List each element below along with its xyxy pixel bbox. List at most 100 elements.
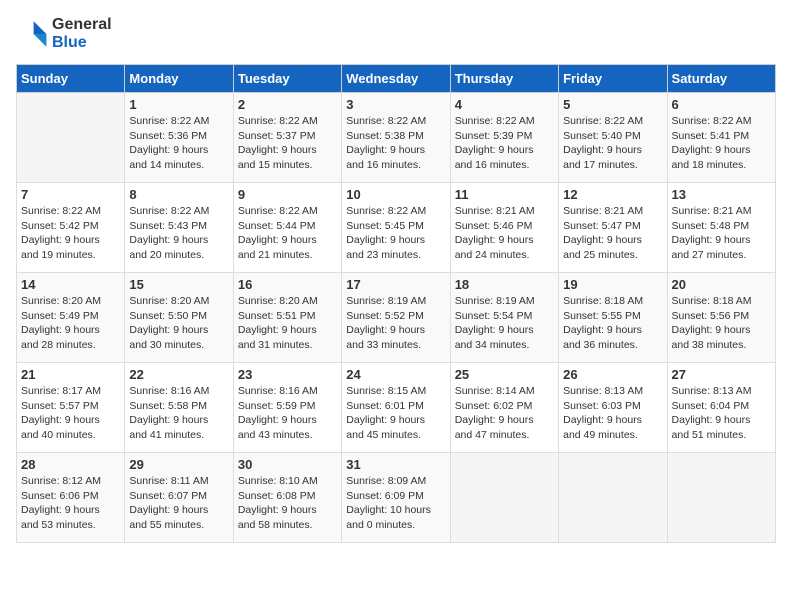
day-number: 3 [346, 97, 445, 112]
cell-content: Sunrise: 8:22 AM Sunset: 5:40 PM Dayligh… [563, 114, 662, 173]
day-number: 15 [129, 277, 228, 292]
calendar-cell: 14 Sunrise: 8:20 AM Sunset: 5:49 PM Dayli… [17, 273, 125, 363]
day-number: 9 [238, 187, 337, 202]
cell-content: Sunrise: 8:22 AM Sunset: 5:42 PM Dayligh… [21, 204, 120, 263]
cell-content: Sunrise: 8:18 AM Sunset: 5:56 PM Dayligh… [672, 294, 771, 353]
calendar-week-row: 7 Sunrise: 8:22 AM Sunset: 5:42 PM Daylig… [17, 183, 776, 273]
calendar-cell: 3 Sunrise: 8:22 AM Sunset: 5:38 PM Daylig… [342, 93, 450, 183]
calendar-cell: 4 Sunrise: 8:22 AM Sunset: 5:39 PM Daylig… [450, 93, 558, 183]
calendar-header-row: SundayMondayTuesdayWednesdayThursdayFrid… [17, 65, 776, 93]
cell-content: Sunrise: 8:13 AM Sunset: 6:04 PM Dayligh… [672, 384, 771, 443]
cell-content: Sunrise: 8:22 AM Sunset: 5:44 PM Dayligh… [238, 204, 337, 263]
calendar-cell: 13 Sunrise: 8:21 AM Sunset: 5:48 PM Dayli… [667, 183, 775, 273]
day-number: 17 [346, 277, 445, 292]
logo-text: General Blue [52, 16, 112, 52]
day-number: 16 [238, 277, 337, 292]
day-header: Saturday [667, 65, 775, 93]
day-header: Wednesday [342, 65, 450, 93]
calendar-cell: 27 Sunrise: 8:13 AM Sunset: 6:04 PM Dayli… [667, 363, 775, 453]
calendar-table: SundayMondayTuesdayWednesdayThursdayFrid… [16, 64, 776, 543]
cell-content: Sunrise: 8:21 AM Sunset: 5:47 PM Dayligh… [563, 204, 662, 263]
day-number: 12 [563, 187, 662, 202]
cell-content: Sunrise: 8:21 AM Sunset: 5:48 PM Dayligh… [672, 204, 771, 263]
cell-content: Sunrise: 8:12 AM Sunset: 6:06 PM Dayligh… [21, 474, 120, 533]
calendar-cell: 29 Sunrise: 8:11 AM Sunset: 6:07 PM Dayli… [125, 453, 233, 543]
day-number: 6 [672, 97, 771, 112]
cell-content: Sunrise: 8:20 AM Sunset: 5:49 PM Dayligh… [21, 294, 120, 353]
calendar-cell: 2Sunrise: 8:22 AM Sunset: 5:37 PM Daylig… [233, 93, 341, 183]
day-number: 18 [455, 277, 554, 292]
cell-content: Sunrise: 8:22 AM Sunset: 5:36 PM Dayligh… [129, 114, 228, 173]
day-number: 22 [129, 367, 228, 382]
calendar-cell: 16Sunrise: 8:20 AM Sunset: 5:51 PM Dayli… [233, 273, 341, 363]
cell-content: Sunrise: 8:10 AM Sunset: 6:08 PM Dayligh… [238, 474, 337, 533]
calendar-cell: 31 Sunrise: 8:09 AM Sunset: 6:09 PM Dayli… [342, 453, 450, 543]
day-number: 8 [129, 187, 228, 202]
calendar-cell: 12 Sunrise: 8:21 AM Sunset: 5:47 PM Dayli… [559, 183, 667, 273]
cell-content: Sunrise: 8:14 AM Sunset: 6:02 PM Dayligh… [455, 384, 554, 443]
cell-content: Sunrise: 8:21 AM Sunset: 5:46 PM Dayligh… [455, 204, 554, 263]
day-number: 5 [563, 97, 662, 112]
calendar-body: 1Sunrise: 8:22 AM Sunset: 5:36 PM Daylig… [17, 93, 776, 543]
day-number: 28 [21, 457, 120, 472]
cell-content: Sunrise: 8:20 AM Sunset: 5:50 PM Dayligh… [129, 294, 228, 353]
calendar-cell: 28 Sunrise: 8:12 AM Sunset: 6:06 PM Dayli… [17, 453, 125, 543]
calendar-cell [667, 453, 775, 543]
day-number: 31 [346, 457, 445, 472]
cell-content: Sunrise: 8:19 AM Sunset: 5:54 PM Dayligh… [455, 294, 554, 353]
cell-content: Sunrise: 8:22 AM Sunset: 5:39 PM Dayligh… [455, 114, 554, 173]
day-header: Friday [559, 65, 667, 93]
logo-icon [16, 18, 48, 50]
calendar-cell: 8 Sunrise: 8:22 AM Sunset: 5:43 PM Daylig… [125, 183, 233, 273]
cell-content: Sunrise: 8:22 AM Sunset: 5:41 PM Dayligh… [672, 114, 771, 173]
calendar-cell: 5 Sunrise: 8:22 AM Sunset: 5:40 PM Daylig… [559, 93, 667, 183]
day-header: Sunday [17, 65, 125, 93]
cell-content: Sunrise: 8:15 AM Sunset: 6:01 PM Dayligh… [346, 384, 445, 443]
day-number: 27 [672, 367, 771, 382]
day-header: Tuesday [233, 65, 341, 93]
day-number: 4 [455, 97, 554, 112]
day-number: 24 [346, 367, 445, 382]
cell-content: Sunrise: 8:16 AM Sunset: 5:59 PM Dayligh… [238, 384, 337, 443]
cell-content: Sunrise: 8:16 AM Sunset: 5:58 PM Dayligh… [129, 384, 228, 443]
day-number: 2 [238, 97, 337, 112]
calendar-cell: 11 Sunrise: 8:21 AM Sunset: 5:46 PM Dayli… [450, 183, 558, 273]
calendar-cell: 10 Sunrise: 8:22 AM Sunset: 5:45 PM Dayli… [342, 183, 450, 273]
day-header: Thursday [450, 65, 558, 93]
day-number: 7 [21, 187, 120, 202]
cell-content: Sunrise: 8:22 AM Sunset: 5:45 PM Dayligh… [346, 204, 445, 263]
day-number: 21 [21, 367, 120, 382]
day-header: Monday [125, 65, 233, 93]
calendar-week-row: 1Sunrise: 8:22 AM Sunset: 5:36 PM Daylig… [17, 93, 776, 183]
calendar-cell: 22 Sunrise: 8:16 AM Sunset: 5:58 PM Dayli… [125, 363, 233, 453]
calendar-cell: 20Sunrise: 8:18 AM Sunset: 5:56 PM Dayli… [667, 273, 775, 363]
calendar-cell: 23 Sunrise: 8:16 AM Sunset: 5:59 PM Dayli… [233, 363, 341, 453]
day-number: 14 [21, 277, 120, 292]
day-number: 23 [238, 367, 337, 382]
cell-content: Sunrise: 8:19 AM Sunset: 5:52 PM Dayligh… [346, 294, 445, 353]
day-number: 29 [129, 457, 228, 472]
calendar-cell: 1Sunrise: 8:22 AM Sunset: 5:36 PM Daylig… [125, 93, 233, 183]
calendar-week-row: 14 Sunrise: 8:20 AM Sunset: 5:49 PM Dayli… [17, 273, 776, 363]
calendar-cell [450, 453, 558, 543]
calendar-cell: 9 Sunrise: 8:22 AM Sunset: 5:44 PM Daylig… [233, 183, 341, 273]
calendar-cell: 19 Sunrise: 8:18 AM Sunset: 5:55 PM Dayli… [559, 273, 667, 363]
calendar-cell: 26Sunrise: 8:13 AM Sunset: 6:03 PM Dayli… [559, 363, 667, 453]
cell-content: Sunrise: 8:13 AM Sunset: 6:03 PM Dayligh… [563, 384, 662, 443]
day-number: 13 [672, 187, 771, 202]
calendar-cell: 21 Sunrise: 8:17 AM Sunset: 5:57 PM Dayli… [17, 363, 125, 453]
cell-content: Sunrise: 8:22 AM Sunset: 5:38 PM Dayligh… [346, 114, 445, 173]
calendar-cell: 17 Sunrise: 8:19 AM Sunset: 5:52 PM Dayli… [342, 273, 450, 363]
cell-content: Sunrise: 8:18 AM Sunset: 5:55 PM Dayligh… [563, 294, 662, 353]
calendar-cell: 15 Sunrise: 8:20 AM Sunset: 5:50 PM Dayli… [125, 273, 233, 363]
logo: General Blue [16, 16, 112, 52]
calendar-week-row: 21 Sunrise: 8:17 AM Sunset: 5:57 PM Dayli… [17, 363, 776, 453]
cell-content: Sunrise: 8:22 AM Sunset: 5:43 PM Dayligh… [129, 204, 228, 263]
day-number: 11 [455, 187, 554, 202]
cell-content: Sunrise: 8:09 AM Sunset: 6:09 PM Dayligh… [346, 474, 445, 533]
cell-content: Sunrise: 8:17 AM Sunset: 5:57 PM Dayligh… [21, 384, 120, 443]
calendar-week-row: 28 Sunrise: 8:12 AM Sunset: 6:06 PM Dayli… [17, 453, 776, 543]
day-number: 10 [346, 187, 445, 202]
cell-content: Sunrise: 8:11 AM Sunset: 6:07 PM Dayligh… [129, 474, 228, 533]
day-number: 19 [563, 277, 662, 292]
